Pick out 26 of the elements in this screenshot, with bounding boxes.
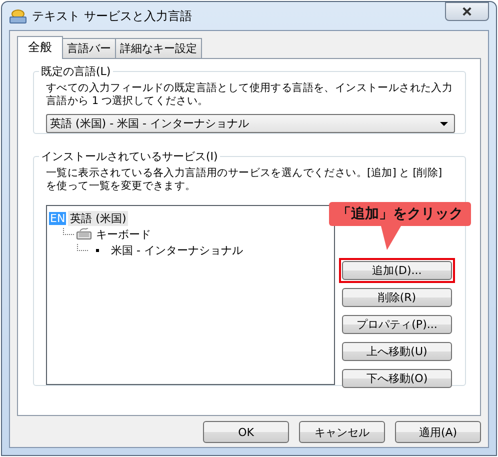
tree-item[interactable]: 英語 (米国) [68, 210, 128, 226]
tree-item[interactable]: 米国 - インターナショナル [109, 242, 245, 258]
description-text: 一覧に表示されている各入力言語用のサービスを選んでください。[追加] と [削除] を使って一覧を変更できます。 [46, 167, 443, 193]
dialog-button[interactable]: 追加(D)... [342, 261, 452, 280]
tab[interactable]: 言語バー [62, 38, 116, 58]
close-icon [462, 7, 472, 16]
dialog-button[interactable]: OK [203, 421, 289, 443]
window-title: テキスト サービスと入力言語 [32, 8, 193, 24]
language-badge: EN [49, 212, 66, 224]
dialog-button[interactable]: 上へ移動(U) [342, 342, 452, 361]
dialog-button[interactable]: プロパティ(P)... [342, 315, 452, 334]
group-title: 既定の言語(L) [39, 64, 113, 79]
close-button[interactable] [445, 2, 489, 21]
callout-pointer [381, 226, 401, 250]
tab[interactable]: 全般 [17, 36, 63, 59]
language-dropdown[interactable]: 英語 (米国) - 米国 - インターナショナル [46, 114, 455, 133]
bullet-icon [96, 248, 99, 252]
tab[interactable]: 詳細なキー設定 [115, 38, 202, 58]
dialog-button[interactable]: 削除(R) [342, 288, 452, 307]
dialog-button[interactable]: 適用(A) [395, 421, 481, 443]
description-text: すべての入力フィールドの既定言語として使用する言語を、インストールされた入力言語から 1 つ選択してください。 [46, 82, 454, 108]
group-title: インストールされているサービス(I) [39, 149, 220, 164]
dialog-button[interactable]: キャンセル [299, 421, 385, 443]
dropdown-arrow-icon [440, 122, 448, 126]
tree-item[interactable]: キーボード [94, 226, 153, 242]
dialog-button[interactable]: 下へ移動(O) [342, 369, 452, 388]
